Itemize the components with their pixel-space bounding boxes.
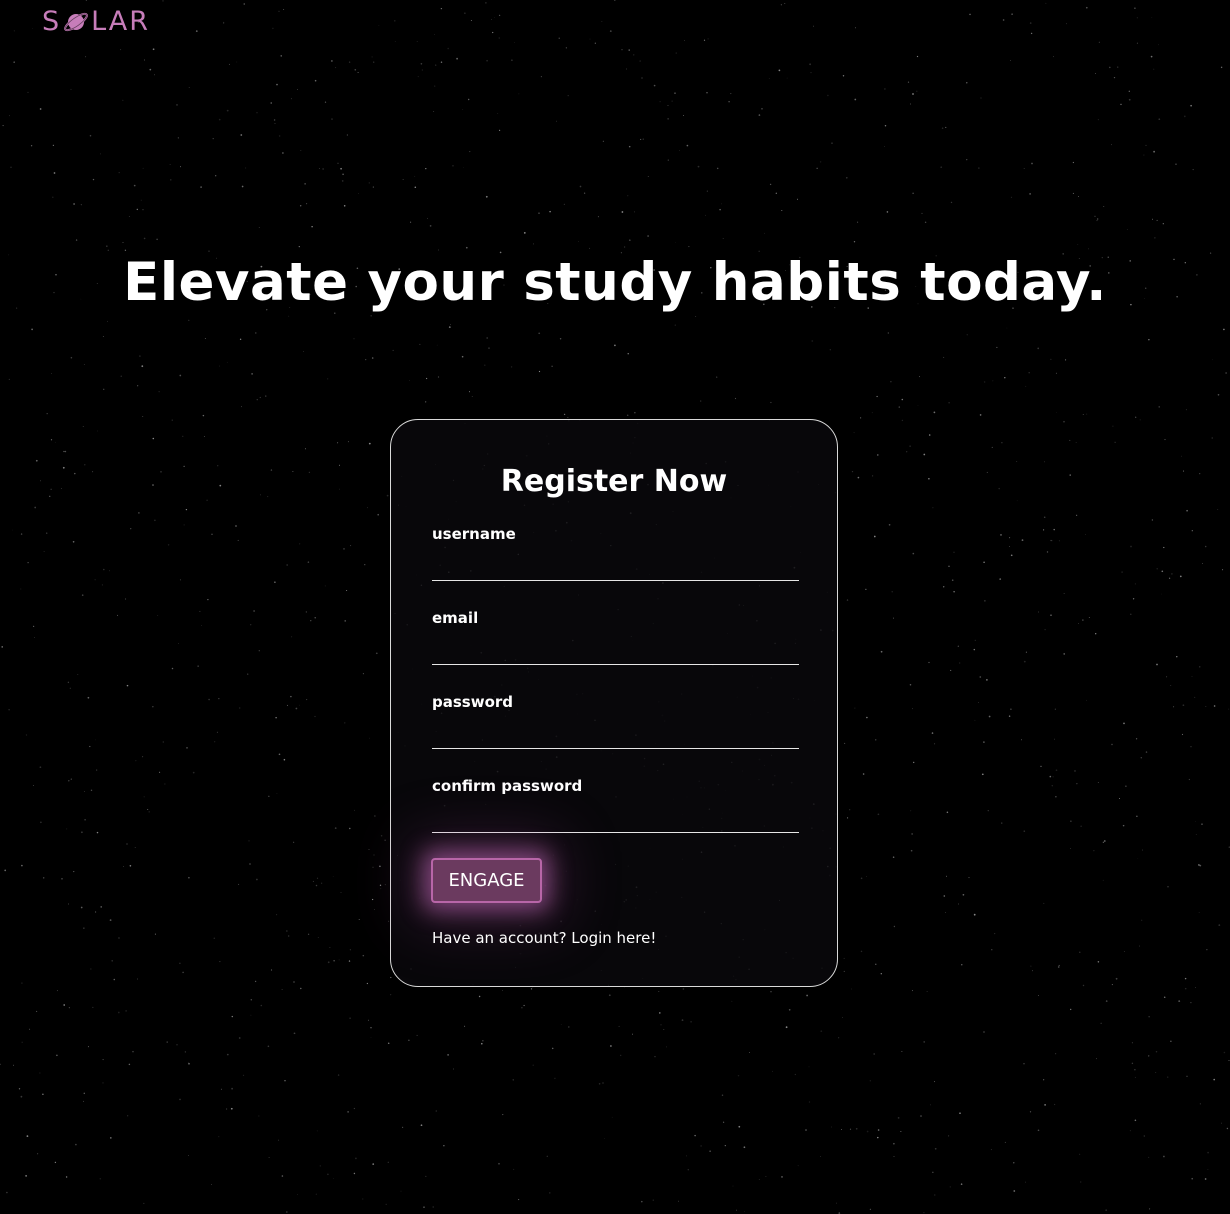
logo-text-lar: LAR [91,6,151,37]
hero-headline: Elevate your study habits today. [123,252,1107,313]
email-field-group: email [432,609,799,665]
page: S LAR Elevate your study habits today. R… [0,0,1230,1214]
username-label: username [432,525,516,543]
username-input[interactable] [432,553,799,581]
engage-button[interactable]: ENGAGE [431,858,542,903]
confirm-password-input[interactable] [432,805,799,833]
email-input[interactable] [432,637,799,665]
username-field-group: username [432,525,799,581]
register-card: Register Now username email password con… [390,419,838,987]
confirm-password-label: confirm password [432,777,583,795]
solar-logo[interactable]: S LAR [42,6,150,37]
login-link[interactable]: Have an account? Login here! [432,929,656,947]
planet-icon [62,8,90,36]
logo-text-s: S [42,6,62,37]
password-input[interactable] [432,721,799,749]
confirm-password-field-group: confirm password [432,777,799,833]
register-title: Register Now [500,464,728,499]
password-label: password [432,693,514,711]
email-label: email [432,609,479,627]
password-field-group: password [432,693,799,749]
